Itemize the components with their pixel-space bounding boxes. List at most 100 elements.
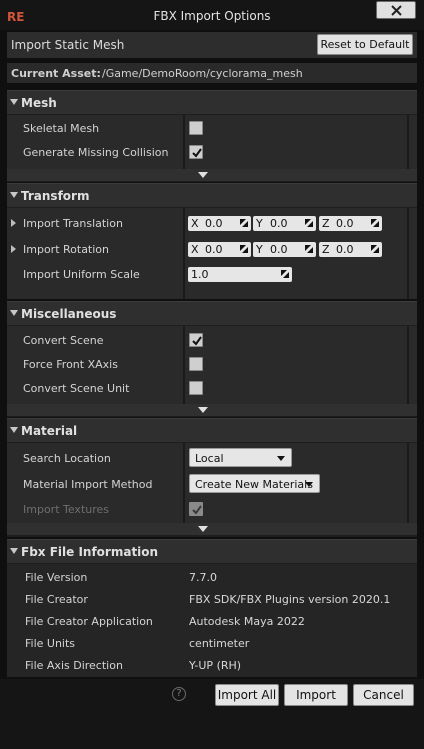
chevron-down-icon [305, 482, 313, 487]
axis-y-label: Y [256, 243, 263, 256]
collapse-arrow-icon [10, 548, 18, 554]
material-category-title: Material [21, 424, 78, 438]
expand-arrow-icon [198, 407, 208, 413]
rotation-x-value: 0.0 [205, 243, 223, 256]
close-icon [391, 5, 402, 16]
dialog-footer: ? Import All Import Cancel [0, 679, 424, 749]
drag-arrow-icon [240, 245, 248, 253]
row-divider [407, 115, 409, 169]
fbx-info-properties: File Version 7.7.0 File Creator FBX SDK/… [7, 564, 417, 677]
column-splitter[interactable] [183, 443, 185, 523]
row-divider [407, 443, 409, 523]
fbx-info-category-title: Fbx File Information [21, 545, 159, 559]
rotation-z-field[interactable]: Z 0.0 [319, 242, 382, 257]
material-section: Material Search Location Local Material … [7, 418, 417, 537]
column-splitter[interactable] [183, 326, 185, 404]
translation-x-field[interactable]: X 0.0 [188, 216, 251, 231]
file-creator-label: File Creator [25, 593, 88, 606]
skeletal-mesh-label: Skeletal Mesh [23, 122, 100, 135]
material-import-method-label: Material Import Method [23, 478, 153, 491]
convert-scene-checkbox[interactable] [189, 333, 203, 347]
axis-z-label: Z [322, 243, 330, 256]
convert-scene-unit-checkbox[interactable] [189, 381, 203, 395]
import-uniform-scale-label: Import Uniform Scale [23, 268, 140, 281]
translation-y-value: 0.0 [270, 217, 288, 230]
mesh-advanced-expander[interactable] [7, 169, 417, 181]
file-creator-value: FBX SDK/FBX Plugins version 2020.1 [189, 593, 391, 606]
cancel-button[interactable]: Cancel [353, 684, 414, 706]
row-divider [407, 208, 409, 299]
file-units-value: centimeter [189, 637, 250, 650]
reset-to-default-button[interactable]: Reset to Default [317, 34, 413, 55]
file-version-label: File Version [25, 571, 88, 584]
file-axis-direction-label: File Axis Direction [25, 659, 123, 672]
uniform-scale-field[interactable]: 1.0 [188, 267, 292, 282]
material-category-header[interactable]: Material [7, 418, 417, 442]
column-splitter[interactable] [183, 115, 185, 169]
file-creator-app-label: File Creator Application [25, 615, 153, 628]
collapse-arrow-icon [10, 310, 18, 316]
transform-properties: Import Translation X 0.0 Y 0.0 Z 0.0 Import… [7, 208, 417, 299]
import-all-button[interactable]: Import All [215, 684, 279, 706]
skeletal-mesh-checkbox[interactable] [189, 121, 203, 135]
rotation-y-field[interactable]: Y 0.0 [253, 242, 316, 257]
file-axis-direction-value: Y-UP (RH) [189, 659, 242, 672]
force-front-xaxis-label: Force Front XAxis [23, 358, 118, 371]
chevron-down-icon [277, 456, 285, 461]
mesh-properties: Skeletal Mesh Generate Missing Collision [7, 115, 417, 169]
translation-z-field[interactable]: Z 0.0 [319, 216, 382, 231]
fbx-info-section: Fbx File Information File Version 7.7.0 … [7, 539, 417, 677]
material-import-method-dropdown[interactable]: Create New Materials [189, 474, 320, 493]
force-front-xaxis-checkbox[interactable] [189, 357, 203, 371]
expand-translation-icon[interactable] [11, 219, 16, 227]
material-import-method-value: Create New Materials [195, 478, 313, 491]
generate-collision-checkbox[interactable] [189, 145, 203, 159]
import-rotation-label: Import Rotation [23, 243, 110, 256]
misc-advanced-expander[interactable] [7, 404, 417, 416]
drag-arrow-icon [305, 219, 313, 227]
collapse-arrow-icon [10, 99, 18, 105]
check-icon [192, 336, 202, 346]
axis-z-label: Z [322, 217, 330, 230]
translation-y-field[interactable]: Y 0.0 [253, 216, 316, 231]
title-bar: RE FBX Import Options [0, 0, 424, 30]
expand-arrow-icon [198, 172, 208, 178]
current-asset-row: Current Asset: /Game/DemoRoom/cyclorama_… [7, 63, 417, 83]
import-textures-label: Import Textures [23, 503, 110, 516]
mesh-section: Mesh Skeletal Mesh Generate Missing Coll… [7, 90, 417, 182]
column-splitter[interactable] [183, 208, 185, 299]
file-units-label: File Units [25, 637, 76, 650]
check-icon [192, 505, 202, 515]
axis-y-label: Y [256, 217, 263, 230]
search-location-label: Search Location [23, 452, 111, 465]
uniform-scale-value: 1.0 [191, 268, 209, 281]
rotation-z-value: 0.0 [336, 243, 354, 256]
transform-section: Transform Import Translation X 0.0 Y 0.0 Z… [7, 183, 417, 299]
transform-category-title: Transform [21, 189, 90, 203]
transform-category-header[interactable]: Transform [7, 183, 417, 207]
fbx-info-category-header[interactable]: Fbx File Information [7, 539, 417, 563]
collapse-arrow-icon [10, 427, 18, 433]
window-title: FBX Import Options [153, 9, 271, 23]
convert-scene-label: Convert Scene [23, 334, 104, 347]
misc-category-header[interactable]: Miscellaneous [7, 301, 417, 325]
rotation-x-field[interactable]: X 0.0 [188, 242, 251, 257]
material-advanced-expander[interactable] [7, 523, 417, 535]
expand-rotation-icon[interactable] [11, 245, 16, 253]
import-textures-checkbox [189, 502, 203, 516]
row-divider [407, 326, 409, 404]
import-button[interactable]: Import [284, 684, 348, 706]
expand-arrow-icon [198, 526, 208, 532]
question-icon[interactable]: ? [172, 687, 186, 701]
mesh-category-header[interactable]: Mesh [7, 90, 417, 114]
misc-category-title: Miscellaneous [21, 307, 117, 321]
close-button[interactable] [376, 1, 416, 19]
file-creator-app-value: Autodesk Maya 2022 [189, 615, 305, 628]
import-type-header: Import Static Mesh Reset to Default [7, 32, 417, 58]
convert-scene-unit-label: Convert Scene Unit [23, 382, 130, 395]
misc-section: Miscellaneous Convert Scene Force Front … [7, 301, 417, 417]
current-asset-label: Current Asset: [11, 67, 101, 80]
generate-collision-label: Generate Missing Collision [23, 146, 169, 159]
search-location-dropdown[interactable]: Local [189, 448, 292, 467]
drag-arrow-icon [281, 270, 289, 278]
